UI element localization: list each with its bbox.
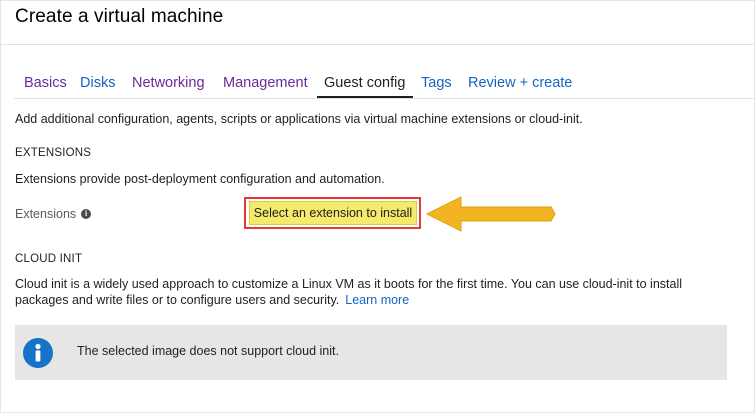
tab-disks[interactable]: Disks (80, 72, 115, 95)
tab-review-create[interactable]: Review + create (468, 72, 572, 95)
intro-text: Add additional configuration, agents, sc… (15, 112, 583, 126)
tab-basics[interactable]: Basics (24, 72, 67, 95)
tab-management[interactable]: Management (223, 72, 308, 95)
cloud-init-description: Cloud init is a widely used approach to … (15, 276, 735, 308)
header-divider (0, 44, 755, 45)
tab-tags[interactable]: Tags (421, 72, 452, 95)
tab-networking[interactable]: Networking (132, 72, 205, 95)
extensions-field-label: Extensions i (15, 207, 92, 221)
left-arrow-icon (425, 196, 556, 232)
info-icon (23, 337, 53, 368)
banner-icon-container (15, 325, 61, 380)
info-banner: The selected image does not support clou… (15, 325, 727, 380)
extensions-label-text: Extensions (15, 207, 77, 221)
select-extension-button[interactable]: Select an extension to install (249, 201, 417, 225)
info-circle-icon[interactable]: i (81, 209, 92, 219)
page-title: Create a virtual machine (15, 6, 224, 27)
extensions-heading: EXTENSIONS (15, 147, 92, 159)
tabs-divider (14, 98, 755, 99)
banner-message: The selected image does not support clou… (77, 344, 339, 358)
learn-more-link[interactable]: Learn more (345, 293, 409, 307)
cloud-init-heading: CLOUD INIT (15, 253, 83, 265)
extensions-description: Extensions provide post-deployment confi… (15, 172, 385, 186)
tab-guest-config[interactable]: Guest config (324, 72, 405, 95)
